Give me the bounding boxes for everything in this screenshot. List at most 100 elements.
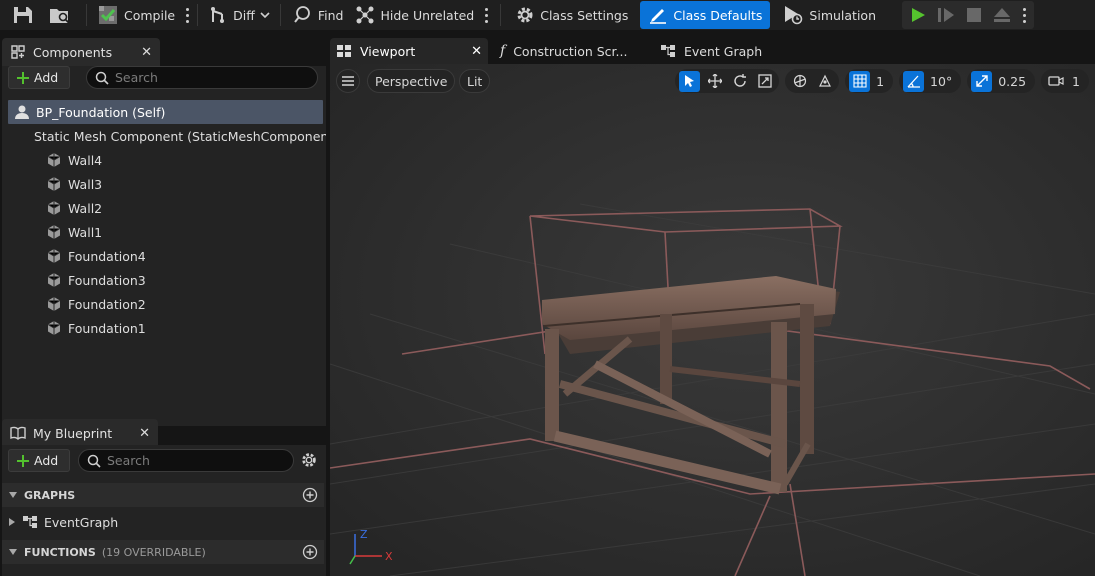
angle-snap-button[interactable] (903, 70, 925, 92)
scale-tool-button[interactable] (754, 71, 775, 92)
graph-item-eventgraph[interactable]: EventGraph (8, 510, 118, 534)
components-search[interactable] (86, 66, 318, 89)
expand-arrow-icon[interactable] (8, 517, 16, 527)
graphs-section-header[interactable]: GRAPHS (2, 483, 324, 507)
close-icon[interactable]: ✕ (141, 45, 152, 60)
grid-snap-button[interactable] (849, 70, 871, 92)
blueprint-search-input[interactable] (107, 453, 277, 468)
tree-row-self[interactable]: BP_Foundation (Self) (8, 100, 323, 124)
blueprint-book-icon (10, 426, 26, 440)
add-component-button[interactable]: Add (8, 66, 70, 89)
save-button[interactable] (0, 1, 42, 29)
class-settings-button[interactable]: Class Settings (509, 1, 634, 29)
viewport-menu-button[interactable] (336, 69, 360, 93)
add-function-icon[interactable] (302, 544, 318, 560)
tree-row-mesh-child[interactable]: Foundation1 (46, 316, 146, 340)
tree-row-mesh-child[interactable]: Wall3 (46, 172, 102, 196)
world-local-button[interactable] (789, 71, 810, 92)
grid-snap-group: 1 (845, 69, 894, 93)
stop-button[interactable] (962, 3, 986, 27)
add-graph-icon[interactable] (302, 487, 318, 503)
tree-row-label: Wall4 (68, 152, 103, 168)
diff-label: Diff (233, 7, 255, 23)
toolbar-separator (279, 4, 281, 26)
surface-snap-icon (818, 74, 831, 87)
tree-row-mesh-child[interactable]: Foundation4 (46, 244, 146, 268)
simulation-button[interactable]: Simulation (776, 1, 882, 29)
tree-row-label: BP_Foundation (Self) (36, 104, 166, 120)
surface-snap-button[interactable] (814, 71, 835, 92)
hide-unrelated-label: Hide Unrelated (380, 7, 475, 23)
gear-icon (517, 7, 533, 23)
scene-render[interactable]: Z X (330, 64, 1095, 576)
hide-unrelated-options-icon[interactable] (480, 1, 492, 29)
blueprint-search[interactable] (78, 449, 294, 472)
compile-button[interactable]: Compile (91, 1, 181, 29)
step-button[interactable] (934, 3, 958, 27)
collapse-arrow-icon (9, 492, 17, 498)
find-button[interactable]: Find (285, 1, 350, 29)
step-forward-icon (938, 8, 955, 22)
play-button[interactable] (906, 3, 930, 27)
camera-speed-value[interactable]: 1 (1070, 74, 1085, 89)
plus-icon (17, 71, 29, 84)
components-search-input[interactable] (115, 70, 295, 85)
tree-row-label: Foundation3 (68, 272, 146, 288)
scale-snap-group: 0.25 (967, 69, 1036, 93)
tab-construction-script[interactable]: f Construction Scr... (494, 38, 633, 64)
blueprint-settings-button[interactable] (300, 451, 318, 472)
search-icon (87, 454, 101, 468)
grid-snap-value[interactable]: 1 (874, 74, 889, 89)
rotate-tool-button[interactable] (729, 71, 750, 92)
scale-snap-value[interactable]: 0.25 (996, 74, 1031, 89)
diff-icon (211, 7, 225, 23)
globe-axes-icon (793, 74, 806, 88)
tree-row-mesh-child[interactable]: Foundation3 (46, 268, 146, 292)
browse-button[interactable] (42, 1, 82, 29)
play-controls (902, 1, 1035, 29)
viewport-tools: 1 10° 0.25 1 (675, 69, 1089, 93)
class-defaults-button[interactable]: Class Defaults (640, 1, 771, 29)
grid-icon (853, 74, 867, 88)
class-defaults-label: Class Defaults (673, 7, 763, 23)
stop-icon (967, 8, 982, 22)
functions-section-header[interactable]: FUNCTIONS (19 OVERRIDABLE) (2, 540, 324, 564)
camera-speed-button[interactable] (1045, 71, 1066, 92)
select-tool-button[interactable] (679, 70, 701, 92)
components-tab[interactable]: Components ✕ (2, 38, 160, 66)
tree-row-mesh-child[interactable]: Wall2 (46, 196, 102, 220)
close-icon[interactable]: ✕ (139, 426, 150, 441)
find-icon (294, 6, 310, 23)
main-toolbar: Compile Diff Find Hide Unrelated Class S… (0, 0, 1095, 30)
tree-row-mesh-child[interactable]: Wall4 (46, 148, 102, 172)
perspective-button[interactable]: Perspective (367, 69, 456, 93)
diff-button[interactable]: Diff (202, 1, 276, 29)
chevron-down-icon (260, 12, 270, 19)
tree-row-label: Foundation4 (68, 248, 146, 264)
scale-snap-button[interactable] (971, 70, 993, 92)
compile-options-icon[interactable] (181, 1, 193, 29)
eject-button[interactable] (990, 3, 1014, 27)
toolbar-separator (500, 4, 502, 26)
lit-button[interactable]: Lit (459, 69, 491, 93)
translate-tool-button[interactable] (704, 71, 725, 92)
viewport-canvas[interactable]: Z X Perspective Lit 1 10° 0.25 1 (330, 64, 1095, 576)
simulation-icon (785, 6, 803, 25)
my-blueprint-tab[interactable]: My Blueprint ✕ (2, 419, 158, 447)
static-mesh-icon (47, 201, 61, 215)
add-member-button[interactable]: Add (8, 449, 70, 472)
hide-unrelated-button[interactable]: Hide Unrelated (349, 1, 480, 29)
static-mesh-icon (47, 321, 61, 335)
tree-row-static-mesh[interactable]: Static Mesh Component (StaticMeshCompone… (22, 124, 326, 148)
tab-event-graph[interactable]: Event Graph (654, 38, 768, 64)
gear-icon (302, 453, 316, 467)
play-options-icon[interactable] (1018, 1, 1030, 29)
tree-row-mesh-child[interactable]: Foundation2 (46, 292, 146, 316)
angle-snap-value[interactable]: 10° (928, 74, 957, 89)
scale-icon (757, 74, 772, 88)
tree-row-mesh-child[interactable]: Wall1 (46, 220, 102, 244)
transform-tools (675, 69, 780, 93)
tab-viewport[interactable]: Viewport ✕ (330, 38, 488, 64)
left-panels: Components ✕ Add BP_Foundation (Self) St… (0, 36, 326, 576)
close-icon[interactable]: ✕ (471, 44, 482, 59)
